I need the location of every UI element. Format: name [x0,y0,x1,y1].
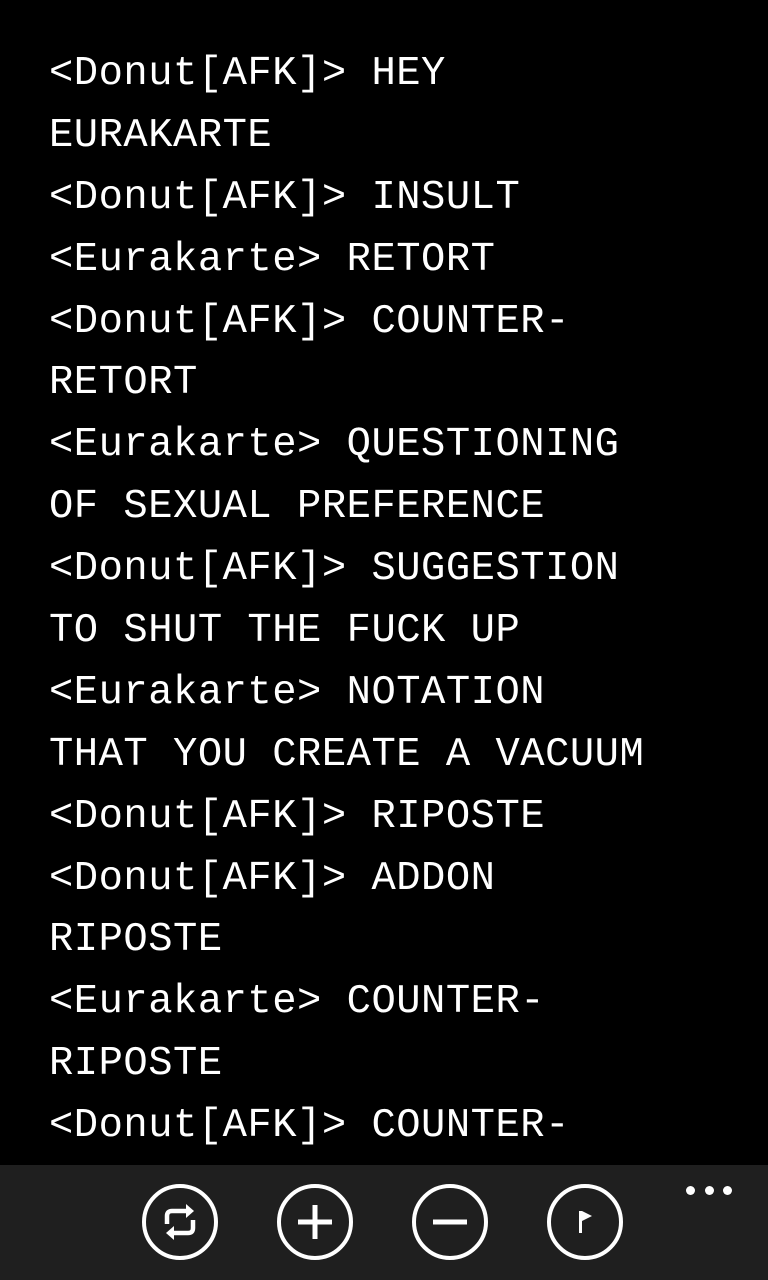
text-line: TO SHUT THE FUCK UP [49,608,521,655]
text-line: RIPOSTE [49,917,223,964]
ellipsis-icon [686,1185,695,1195]
minus-icon [433,1219,467,1225]
text-line: <Donut[AFK]> RIPOSTE [49,793,546,840]
flag-icon [579,1211,592,1233]
text-line: <Donut[AFK]> ADDON [49,855,496,902]
text-line: OF SEXUAL PREFERENCE [49,484,546,531]
more-options-button[interactable] [686,1183,732,1197]
ellipsis-icon [723,1185,732,1195]
text-line: <Donut[AFK]> COUNTER- [49,1103,570,1150]
app-bar [0,1165,768,1280]
text-content: <Donut[AFK]> HEY EURAKARTE <Donut[AFK]> … [49,44,749,1164]
text-line: <Donut[AFK]> INSULT [49,174,521,221]
text-line: <Eurakarte> COUNTER- [49,979,546,1026]
refresh-icon [164,1204,196,1240]
text-line: <Donut[AFK]> HEY [49,51,446,97]
text-line: <Donut[AFK]> SUGGESTION [49,546,620,593]
refresh-button[interactable] [142,1184,218,1260]
text-line: <Eurakarte> QUESTIONING [49,422,620,469]
flag-button[interactable] [547,1184,623,1260]
text-line: RIPOSTE [49,1041,223,1088]
text-line: EURAKARTE [49,112,273,159]
zoom-in-button[interactable] [277,1184,353,1260]
zoom-out-button[interactable] [412,1184,488,1260]
plus-icon [298,1205,332,1239]
text-line: <Eurakarte> NOTATION [49,669,546,716]
text-line: THAT YOU CREATE A VACUUM [49,731,645,778]
text-line: <Eurakarte> RETORT [49,236,496,283]
text-line: <Donut[AFK]> COUNTER- [49,298,570,345]
text-line: RETORT [49,360,198,407]
ellipsis-icon [704,1185,714,1195]
